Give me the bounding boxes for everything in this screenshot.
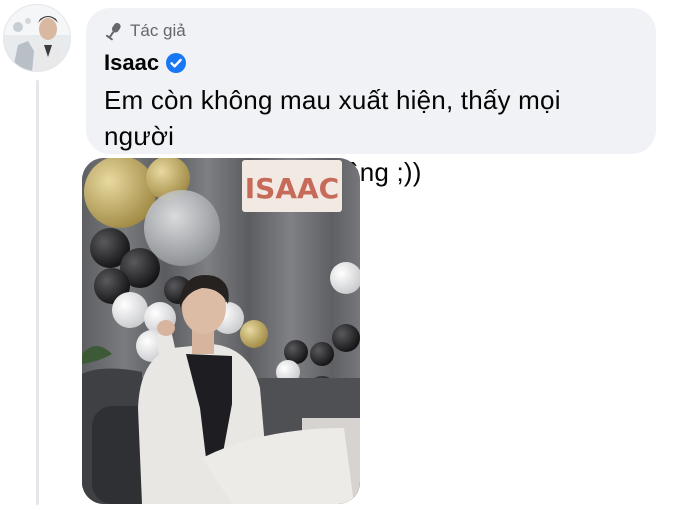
comment-bubble: Tác giả Isaac Em còn không mau xuất hiện… [86, 8, 656, 187]
author-name[interactable]: Isaac [104, 50, 159, 76]
backdrop-sign-text: ISAAC [245, 172, 339, 205]
verified-badge-icon [166, 53, 187, 73]
author-role-label: Tác giả [130, 21, 186, 40]
avatar-image [4, 5, 70, 71]
photo-image: ISAAC [82, 158, 360, 504]
author-avatar[interactable] [3, 4, 71, 72]
microphone-icon [105, 22, 121, 41]
comment-photo[interactable]: ISAAC [82, 158, 360, 504]
thread-line [36, 80, 39, 505]
author-role-badge: Tác giả [104, 20, 638, 42]
